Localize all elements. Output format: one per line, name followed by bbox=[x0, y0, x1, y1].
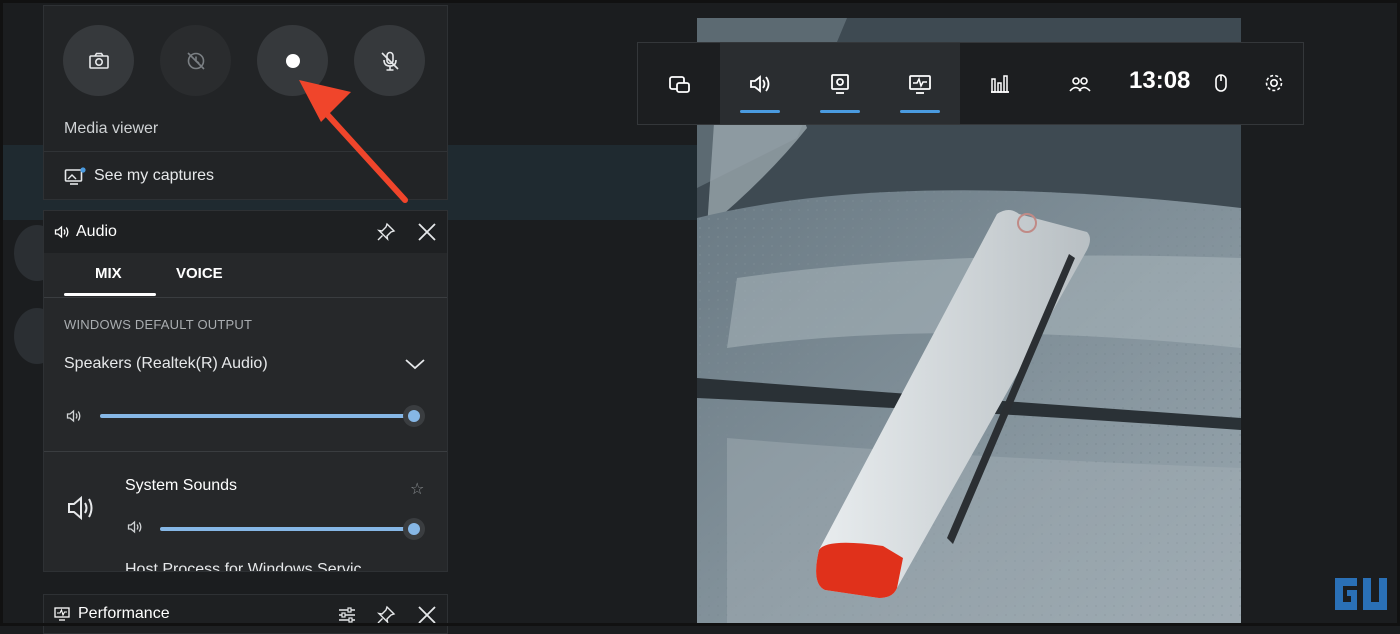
game-bar: 13:08 bbox=[637, 42, 1304, 125]
social-widget-button[interactable] bbox=[1040, 43, 1120, 124]
resources-widget-button[interactable] bbox=[960, 43, 1040, 124]
tab-voice[interactable]: VOICE bbox=[176, 265, 223, 282]
audio-widget-title: Audio bbox=[76, 223, 117, 240]
close-icon[interactable] bbox=[416, 604, 438, 626]
performance-widget-title: Performance bbox=[78, 605, 170, 622]
star-icon[interactable]: ☆ bbox=[410, 479, 424, 499]
pin-icon[interactable] bbox=[375, 604, 397, 626]
capture-widget-button[interactable] bbox=[800, 43, 880, 124]
app-name-system-sounds: System Sounds bbox=[125, 477, 238, 494]
media-viewer-label: Media viewer bbox=[64, 120, 159, 137]
audio-widget: Audio MIX VOICE WINDOWS DEFAULT OUTPUT S… bbox=[43, 210, 448, 572]
audio-widget-header[interactable]: Audio bbox=[44, 211, 447, 253]
active-indicator bbox=[740, 110, 780, 113]
social-icon bbox=[1069, 76, 1091, 92]
output-device-select[interactable]: Speakers (Realtek(R) Audio) bbox=[64, 355, 268, 373]
active-indicator bbox=[900, 110, 940, 113]
audio-tabs: MIX VOICE bbox=[44, 253, 447, 298]
performance-icon bbox=[54, 607, 70, 621]
record-last-button[interactable] bbox=[160, 25, 231, 96]
app-volume-track[interactable] bbox=[160, 527, 414, 531]
screenshot-button[interactable] bbox=[63, 25, 134, 96]
speaker-icon bbox=[54, 225, 69, 239]
gear-icon[interactable] bbox=[1262, 71, 1286, 95]
capture-icon bbox=[831, 73, 849, 94]
widget-menu-button[interactable] bbox=[640, 43, 720, 124]
active-indicator bbox=[820, 110, 860, 113]
performance-icon bbox=[909, 74, 931, 94]
chevron-down-icon[interactable] bbox=[404, 357, 426, 371]
audio-icon bbox=[750, 74, 770, 93]
active-tab-indicator bbox=[64, 293, 156, 296]
tab-mix[interactable]: MIX bbox=[95, 265, 122, 282]
master-volume-track[interactable] bbox=[100, 414, 414, 418]
resources-icon bbox=[991, 74, 1009, 93]
output-section-title: WINDOWS DEFAULT OUTPUT bbox=[64, 317, 253, 332]
audio-widget-button[interactable] bbox=[720, 43, 800, 124]
settings-sliders-icon[interactable] bbox=[336, 604, 358, 626]
see-my-captures-label: See my captures bbox=[94, 167, 215, 184]
mouse-icon[interactable] bbox=[1209, 71, 1233, 95]
speaker-icon bbox=[68, 495, 93, 521]
app-volume-thumb[interactable] bbox=[403, 518, 425, 540]
master-volume-thumb[interactable] bbox=[403, 405, 425, 427]
pin-icon[interactable] bbox=[375, 221, 397, 243]
annotation-arrow bbox=[299, 80, 408, 203]
record-last-icon bbox=[186, 51, 205, 70]
app-name-host-process: Host Process for Windows Servic bbox=[125, 561, 362, 572]
speaker-icon bbox=[66, 409, 81, 423]
gallery-icon bbox=[64, 167, 86, 185]
clock: 13:08 bbox=[1129, 67, 1191, 94]
divider bbox=[44, 451, 447, 452]
performance-widget-header[interactable]: Performance bbox=[43, 594, 448, 634]
close-icon[interactable] bbox=[416, 221, 438, 243]
watermark-logo bbox=[1335, 578, 1387, 610]
camera-icon bbox=[88, 52, 109, 69]
performance-widget-button[interactable] bbox=[880, 43, 960, 124]
widget-menu-icon bbox=[669, 75, 690, 93]
speaker-icon bbox=[127, 520, 142, 534]
